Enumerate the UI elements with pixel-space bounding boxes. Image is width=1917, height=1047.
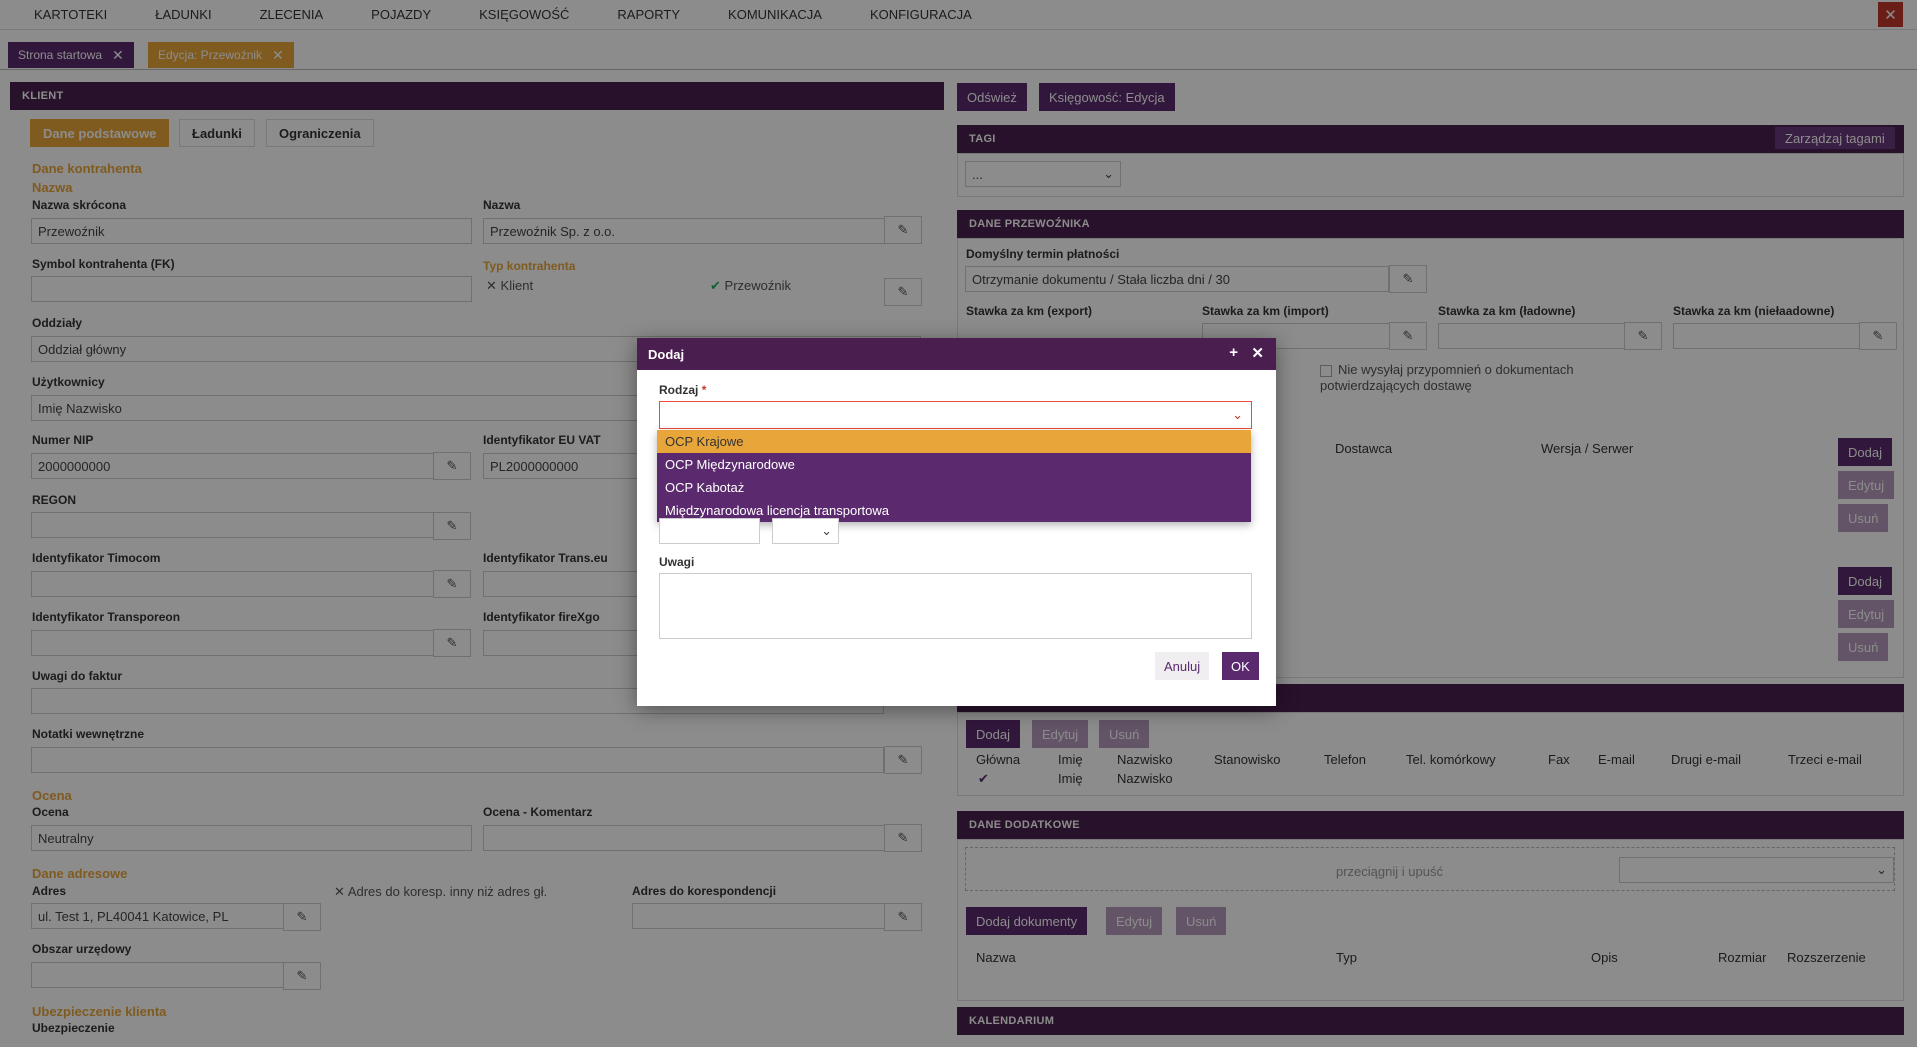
chevron-down-icon: ⌄	[1232, 407, 1243, 422]
kind-dropdown: OCP Krajowe OCP Międzynarodowe OCP Kabot…	[657, 430, 1251, 522]
cancel-button[interactable]: Anuluj	[1155, 652, 1210, 680]
option-ocp-international[interactable]: OCP Międzynarodowe	[657, 453, 1251, 476]
dialog-title: Dodaj	[648, 346, 685, 362]
notes-textarea[interactable]	[659, 573, 1252, 639]
chevron-down-icon: ⌄	[821, 523, 832, 538]
maximize-icon[interactable]: +	[1229, 344, 1238, 361]
add-dialog: Dodaj + ✕ Rodzaj * ⌄ OCP Krajowe OCP Mię…	[637, 338, 1276, 706]
kind-select[interactable]: ⌄	[659, 401, 1252, 429]
option-ocp-cabotage[interactable]: OCP Kabotaż	[657, 476, 1251, 499]
unit-select[interactable]: ⌄	[772, 518, 839, 544]
ok-button[interactable]: OK	[1222, 652, 1259, 680]
kind-label-text: Rodzaj	[659, 383, 699, 397]
dialog-header: Dodaj + ✕	[637, 338, 1276, 370]
date-field[interactable]	[659, 518, 760, 544]
close-icon[interactable]: ✕	[1251, 344, 1264, 362]
option-ocp-domestic[interactable]: OCP Krajowe	[657, 430, 1251, 453]
notes-label: Uwagi	[659, 555, 695, 569]
kind-label: Rodzaj *	[659, 383, 707, 397]
